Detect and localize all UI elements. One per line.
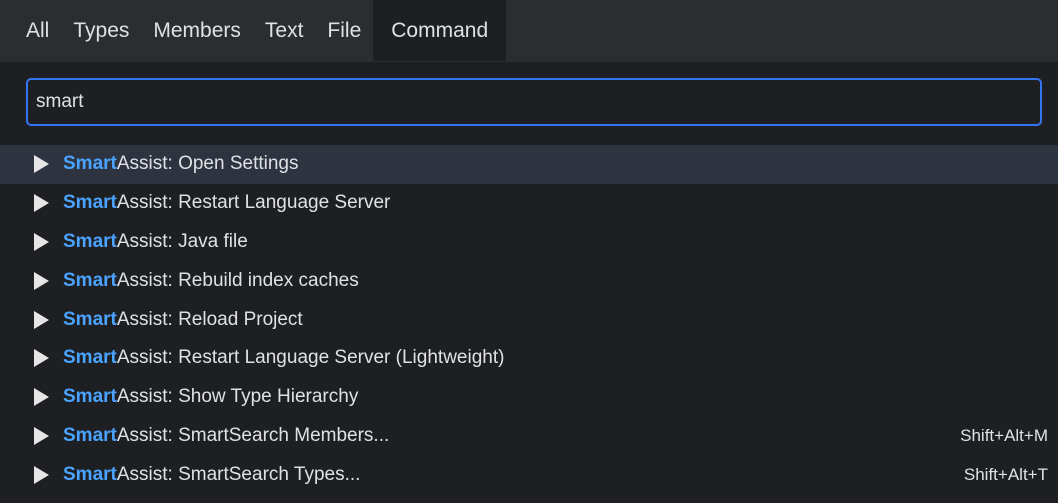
play-icon <box>34 465 49 484</box>
shortcut-label: Shift+Alt+T <box>963 464 1048 484</box>
list-item[interactable]: Smart Assist: Show Type Hierarchy <box>0 378 1058 417</box>
tab-file[interactable]: File <box>315 0 373 61</box>
list-item[interactable]: Smart Assist: Restart Language Server (Li… <box>0 339 1058 378</box>
match-highlight: Smart <box>63 192 117 214</box>
tab-bar: All Types Members Text File Command <box>0 0 1058 62</box>
list-item[interactable]: Smart Assist: Restart Language Server <box>0 184 1058 223</box>
play-icon <box>34 388 49 407</box>
list-item-label: Assist: Restart Language Server <box>116 192 391 214</box>
shortcut-label: Shift+Alt+M <box>960 425 1048 445</box>
list-item-label: Assist: SmartSearch Members... <box>116 424 390 446</box>
match-highlight: Smart <box>63 269 117 291</box>
match-highlight: Smart <box>63 153 117 175</box>
match-highlight: Smart <box>63 386 117 408</box>
list-item[interactable]: Smart Assist: Reload Project <box>0 300 1058 339</box>
match-highlight: Smart <box>63 347 117 369</box>
play-icon <box>34 310 49 329</box>
match-highlight: Smart <box>63 424 117 446</box>
play-icon <box>34 194 49 213</box>
list-item[interactable]: Smart Assist: Java file <box>0 223 1058 262</box>
tab-members[interactable]: Members <box>141 0 253 61</box>
tab-all[interactable]: All <box>14 0 61 61</box>
list-item[interactable]: Smart Assist: Rebuild index caches <box>0 261 1058 300</box>
play-icon <box>34 349 49 368</box>
play-icon <box>34 426 49 445</box>
tab-command[interactable]: Command <box>373 0 507 61</box>
results-list: Smart Assist: Open Settings Smart Assist: … <box>0 145 1058 494</box>
list-item-label: Assist: Rebuild index caches <box>116 269 359 291</box>
list-item[interactable]: Smart Assist: SmartSearch Types... Shift+… <box>0 455 1058 494</box>
list-item-label: Assist: Restart Language Server (Lightwe… <box>116 347 505 369</box>
play-icon <box>34 232 49 251</box>
match-highlight: Smart <box>63 463 117 485</box>
command-palette: All Types Members Text File Command Smar… <box>0 0 1058 503</box>
play-icon <box>34 155 49 174</box>
search-input[interactable] <box>34 90 998 114</box>
match-highlight: Smart <box>63 230 117 252</box>
match-highlight: Smart <box>63 308 117 330</box>
list-item-label: Assist: Java file <box>116 230 248 252</box>
list-item[interactable]: Smart Assist: SmartSearch Members... Shif… <box>0 417 1058 456</box>
tab-text[interactable]: Text <box>253 0 316 61</box>
list-item-label: Assist: Open Settings <box>116 153 299 175</box>
tab-types[interactable]: Types <box>61 0 141 61</box>
search-area <box>0 62 1058 140</box>
list-item[interactable]: Smart Assist: Open Settings <box>0 145 1058 184</box>
search-box[interactable] <box>26 78 1042 126</box>
list-item-label: Assist: Reload Project <box>116 308 303 330</box>
list-item-label: Assist: Show Type Hierarchy <box>116 386 359 408</box>
list-item-label: Assist: SmartSearch Types... <box>116 463 361 485</box>
play-icon <box>34 271 49 290</box>
